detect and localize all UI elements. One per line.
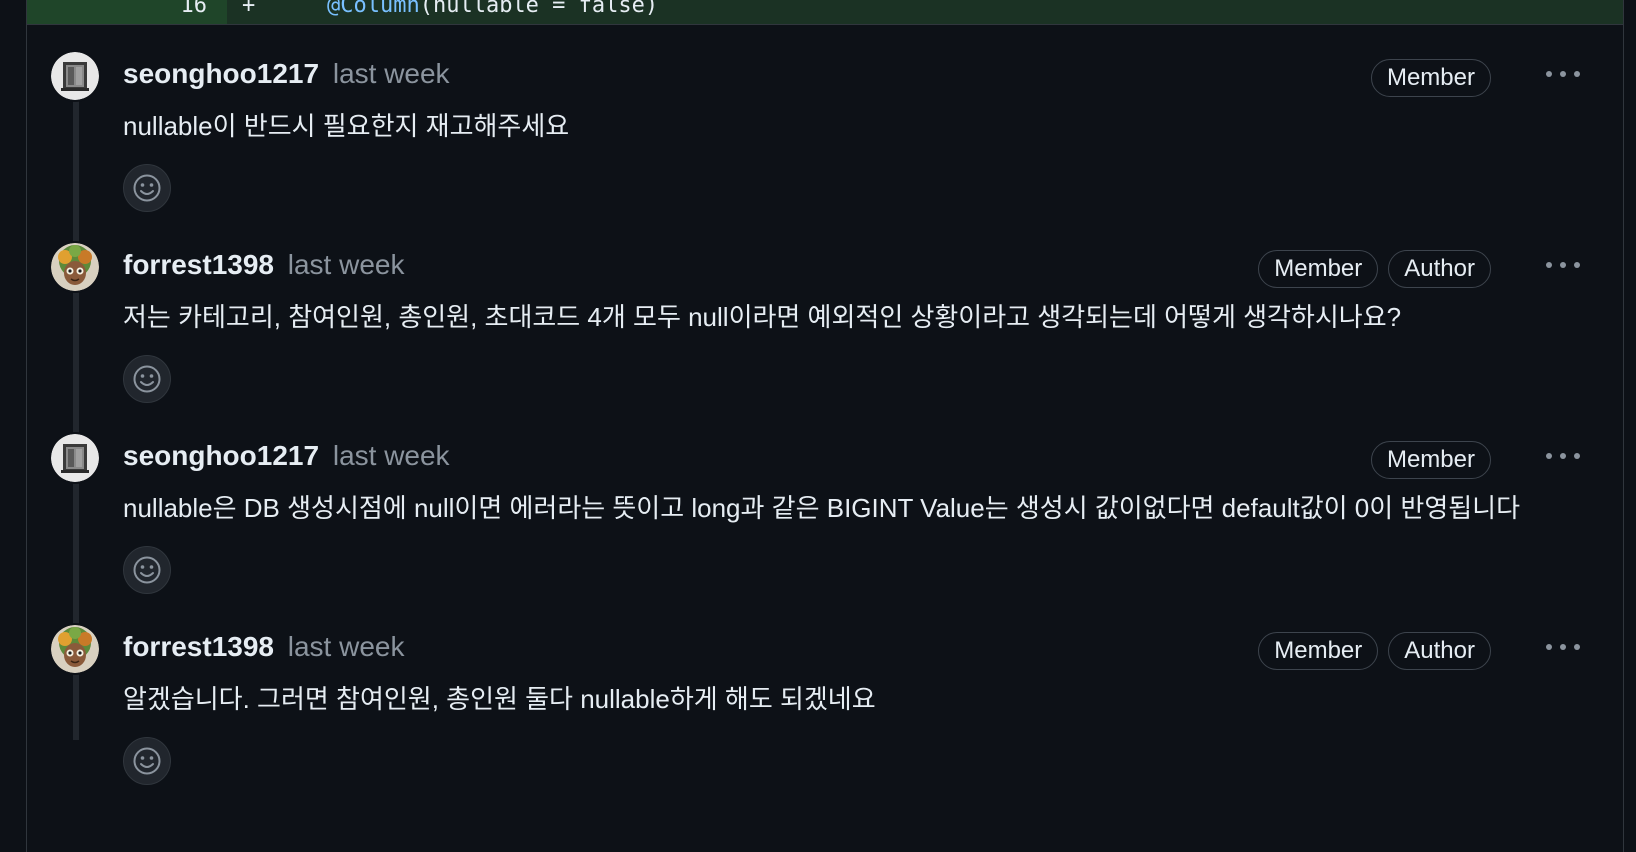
comment-header: seonghoo1217 last week: [123, 58, 450, 90]
more-options-button[interactable]: [1543, 442, 1583, 470]
review-thread: 16 + @Column(nullable = false) seonghoo1…: [26, 0, 1624, 852]
badges: Member Author: [1258, 632, 1491, 670]
diff-code: @Column(nullable = false): [327, 0, 658, 18]
member-badge: Member: [1370, 441, 1491, 479]
review-comment: seonghoo1217 last week Member nullable이 …: [27, 52, 1623, 242]
comment-header: forrest1398 last week: [123, 249, 404, 281]
badges: Member Author: [1258, 250, 1491, 288]
diff-annotation: @Column: [327, 0, 420, 18]
more-options-button[interactable]: [1543, 251, 1583, 279]
author-badge: Author: [1388, 632, 1491, 670]
avatar[interactable]: [51, 52, 99, 100]
smiley-icon: [133, 365, 161, 393]
avatar[interactable]: [51, 243, 99, 291]
forrest-avatar-image: [51, 625, 99, 673]
review-comment: forrest1398 last week Member Author 알겠습니…: [27, 625, 1623, 815]
more-options-button[interactable]: [1543, 633, 1583, 661]
member-badge: Member: [1258, 632, 1379, 670]
timestamp[interactable]: last week: [288, 249, 405, 280]
review-comment: seonghoo1217 last week Member nullable은 …: [27, 434, 1623, 624]
diff-addition-sign: +: [242, 0, 256, 18]
author-name[interactable]: seonghoo1217: [123, 58, 319, 89]
badges: Member: [1370, 59, 1491, 97]
badges: Member: [1370, 441, 1491, 479]
kebab-horizontal-icon: [1546, 71, 1580, 77]
kebab-horizontal-icon: [1546, 453, 1580, 459]
smiley-icon: [133, 747, 161, 775]
kebab-horizontal-icon: [1546, 262, 1580, 268]
add-reaction-button[interactable]: [123, 164, 171, 212]
add-reaction-button[interactable]: [123, 546, 171, 594]
comment-header: seonghoo1217 last week: [123, 440, 450, 472]
timestamp[interactable]: last week: [333, 58, 450, 89]
comment-body: nullable이 반드시 필요한지 재고해주세요: [123, 111, 570, 141]
author-name[interactable]: forrest1398: [123, 249, 274, 280]
author-name[interactable]: forrest1398: [123, 631, 274, 662]
seonghoo-avatar-image: [51, 52, 99, 100]
avatar[interactable]: [51, 434, 99, 482]
timestamp[interactable]: last week: [288, 631, 405, 662]
author-badge: Author: [1388, 250, 1491, 288]
diff-code-rest: (nullable = false): [419, 0, 659, 18]
kebab-horizontal-icon: [1546, 644, 1580, 650]
comment-body: 알겠습니다. 그러면 참여인원, 총인원 둘다 nullable하게 해도 되겠…: [123, 684, 876, 714]
seonghoo-avatar-image: [51, 434, 99, 482]
timestamp[interactable]: last week: [333, 440, 450, 471]
diff-line-number: 16: [27, 0, 227, 24]
comment-body: 저는 카테고리, 참여인원, 총인원, 초대코드 4개 모두 null이라면 예…: [123, 302, 1402, 332]
smiley-icon: [133, 174, 161, 202]
avatar[interactable]: [51, 625, 99, 673]
review-comment: forrest1398 last week Member Author 저는 카…: [27, 243, 1623, 433]
comment-header: forrest1398 last week: [123, 631, 404, 663]
more-options-button[interactable]: [1543, 60, 1583, 88]
add-reaction-button[interactable]: [123, 737, 171, 785]
author-name[interactable]: seonghoo1217: [123, 440, 319, 471]
forrest-avatar-image: [51, 243, 99, 291]
member-badge: Member: [1370, 59, 1491, 97]
diff-line: 16 + @Column(nullable = false): [27, 0, 1623, 25]
smiley-icon: [133, 556, 161, 584]
comment-body: nullable은 DB 생성시점에 null이면 에러라는 뜻이고 long과…: [123, 493, 1521, 523]
member-badge: Member: [1258, 250, 1379, 288]
add-reaction-button[interactable]: [123, 355, 171, 403]
